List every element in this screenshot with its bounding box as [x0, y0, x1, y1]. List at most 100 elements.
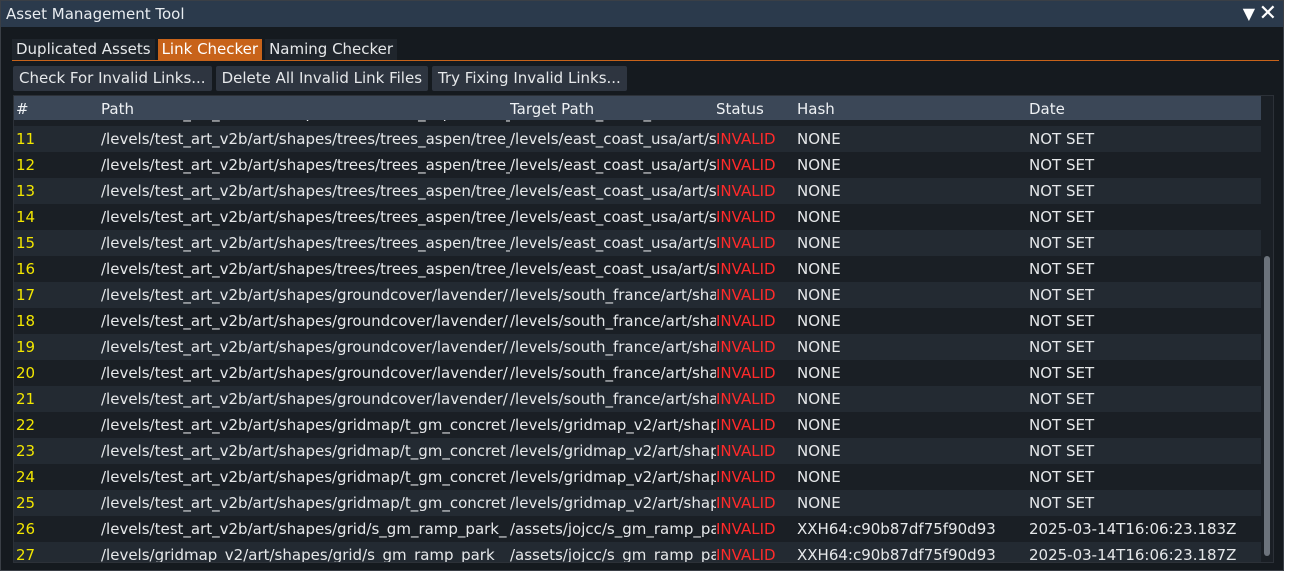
column-header-status[interactable]: Status	[716, 96, 796, 120]
row-hash: NONE	[797, 312, 841, 330]
tab-link-checker[interactable]: Link Checker	[157, 39, 263, 60]
tab-underline	[12, 60, 1279, 61]
window-title: Asset Management Tool	[6, 5, 185, 23]
delete-invalid-link-files-button[interactable]: Delete All Invalid Link Files	[215, 66, 429, 91]
tab-duplicated-assets[interactable]: Duplicated Assets	[12, 39, 155, 60]
row-path: /levels/test_art_v2b/art/shapes/trees/tr…	[101, 156, 510, 174]
row-status: INVALID	[716, 546, 776, 562]
row-path: /levels/test_art_v2b/art/shapes/groundco…	[101, 364, 508, 382]
table-row[interactable]: 14/levels/test_art_v2b/art/shapes/trees/…	[14, 204, 1261, 230]
title-bar[interactable]: Asset Management Tool ▼ ✕	[1, 1, 1283, 27]
check-invalid-links-button[interactable]: Check For Invalid Links...	[13, 66, 212, 91]
row-status: INVALID	[716, 390, 776, 408]
row-number: 26	[16, 520, 36, 538]
row-number: 11	[16, 130, 36, 148]
row-number: 24	[16, 468, 36, 486]
row-target-path: /levels/east_coast_usa/art/s	[510, 130, 716, 148]
table-row[interactable]: 11/levels/test_art_v2b/art/shapes/trees/…	[14, 126, 1261, 152]
row-date: NOT SET	[1029, 234, 1095, 252]
row-path: /levels/test_art_v2b/art/shapes/groundco…	[101, 312, 508, 330]
column-header-path[interactable]: Path	[101, 96, 510, 120]
row-path: /levels/gridmap_v2/art/shapes/grid/s_gm_…	[101, 546, 503, 562]
link-table: # Path Target Path Status Hash Date 10/l…	[13, 95, 1274, 563]
row-hash: XXH64:c90b87df75f90d93	[797, 520, 996, 538]
row-status: INVALID	[716, 442, 776, 460]
tab-naming-checker[interactable]: Naming Checker	[265, 39, 398, 60]
row-status: INVALID	[716, 182, 776, 200]
row-date: NOT SET	[1029, 208, 1095, 226]
row-status: INVALID	[716, 234, 776, 252]
column-header-date[interactable]: Date	[1029, 96, 1259, 120]
vertical-scrollbar[interactable]	[1261, 96, 1272, 562]
row-target-path: /levels/east_coast_usa/art/s	[510, 260, 716, 278]
table-row[interactable]: 24/levels/test_art_v2b/art/shapes/gridma…	[14, 464, 1261, 490]
row-number: 18	[16, 312, 36, 330]
table-row[interactable]: 21/levels/test_art_v2b/art/shapes/ground…	[14, 386, 1261, 412]
row-target-path: /levels/east_coast_usa/art/s	[510, 208, 716, 226]
row-hash: XXH64:c90b87df75f90d93	[797, 546, 996, 562]
row-status: INVALID	[716, 286, 776, 304]
row-target-path: /assets/jojcc/s_gm_ramp_pa	[510, 546, 716, 562]
column-header-number[interactable]: #	[16, 96, 96, 120]
try-fixing-invalid-links-button[interactable]: Try Fixing Invalid Links...	[432, 66, 627, 91]
row-target-path: /levels/south_france/art/sha	[510, 338, 716, 356]
row-status: INVALID	[716, 494, 776, 512]
row-status: INVALID	[716, 520, 776, 538]
column-header-hash[interactable]: Hash	[797, 96, 1027, 120]
collapse-icon[interactable]: ▼	[1243, 1, 1255, 27]
row-hash: NONE	[797, 234, 841, 252]
table-row[interactable]: 18/levels/test_art_v2b/art/shapes/ground…	[14, 308, 1261, 334]
row-status: INVALID	[716, 130, 776, 148]
row-target-path: /levels/gridmap_v2/art/shap	[510, 416, 716, 434]
table-row[interactable]: 23/levels/test_art_v2b/art/shapes/gridma…	[14, 438, 1261, 464]
row-number: 15	[16, 234, 36, 252]
table-row[interactable]: 17/levels/test_art_v2b/art/shapes/ground…	[14, 282, 1261, 308]
row-status: INVALID	[716, 208, 776, 226]
row-hash: NONE	[797, 390, 841, 408]
row-target-path: /levels/south_france/art/sha	[510, 390, 716, 408]
row-hash: NONE	[797, 416, 841, 434]
row-status: INVALID	[716, 468, 776, 486]
row-path: /levels/test_art_v2b/art/shapes/trees/tr…	[101, 208, 510, 226]
row-path: /levels/test_art_v2b/art/shapes/trees/tr…	[101, 260, 510, 278]
toolbar: Check For Invalid Links... Delete All In…	[13, 66, 631, 91]
scrollbar-thumb[interactable]	[1264, 256, 1270, 556]
table-row[interactable]: 15/levels/test_art_v2b/art/shapes/trees/…	[14, 230, 1261, 256]
row-date: NOT SET	[1029, 312, 1095, 330]
column-header-target-path[interactable]: Target Path	[510, 96, 716, 120]
row-path: /levels/test_art_v2b/art/shapes/gridmap/…	[101, 442, 506, 460]
asset-management-window: Asset Management Tool ▼ ✕ Duplicated Ass…	[0, 0, 1284, 571]
row-target-path: /levels/gridmap_v2/art/shap	[510, 494, 716, 512]
row-hash: NONE	[797, 130, 841, 148]
row-status: INVALID	[716, 260, 776, 278]
row-target-path: /levels/gridmap_v2/art/shap	[510, 442, 716, 460]
table-row[interactable]: 12/levels/test_art_v2b/art/shapes/trees/…	[14, 152, 1261, 178]
row-date: NOT SET	[1029, 494, 1095, 512]
table-row[interactable]: 16/levels/test_art_v2b/art/shapes/trees/…	[14, 256, 1261, 282]
row-hash: NONE	[797, 286, 841, 304]
table-row[interactable]: 22/levels/test_art_v2b/art/shapes/gridma…	[14, 412, 1261, 438]
row-hash: NONE	[797, 156, 841, 174]
row-number: 27	[16, 546, 36, 562]
row-date: NOT SET	[1029, 364, 1095, 382]
row-number: 16	[16, 260, 36, 278]
table-row[interactable]: 13/levels/test_art_v2b/art/shapes/trees/…	[14, 178, 1261, 204]
row-date: 2025-03-14T16:06:23.187Z	[1029, 546, 1237, 562]
row-path: /levels/test_art_v2b/art/shapes/groundco…	[101, 390, 508, 408]
row-target-path: /levels/east_coast_usa/art/s	[510, 156, 716, 174]
row-hash: NONE	[797, 260, 841, 278]
row-number: 21	[16, 390, 36, 408]
table-row[interactable]: 25/levels/test_art_v2b/art/shapes/gridma…	[14, 490, 1261, 516]
row-date: NOT SET	[1029, 390, 1095, 408]
table-row[interactable]: 19/levels/test_art_v2b/art/shapes/ground…	[14, 334, 1261, 360]
row-hash: NONE	[797, 364, 841, 382]
close-icon[interactable]: ✕	[1259, 1, 1277, 27]
row-number: 14	[16, 208, 36, 226]
row-target-path: /levels/gridmap_v2/art/shap	[510, 468, 716, 486]
row-number: 22	[16, 416, 36, 434]
table-row[interactable]: 27/levels/gridmap_v2/art/shapes/grid/s_g…	[14, 542, 1261, 562]
table-row[interactable]: 20/levels/test_art_v2b/art/shapes/ground…	[14, 360, 1261, 386]
table-row[interactable]: 26/levels/test_art_v2b/art/shapes/grid/s…	[14, 516, 1261, 542]
row-date: NOT SET	[1029, 260, 1095, 278]
row-number: 20	[16, 364, 36, 382]
